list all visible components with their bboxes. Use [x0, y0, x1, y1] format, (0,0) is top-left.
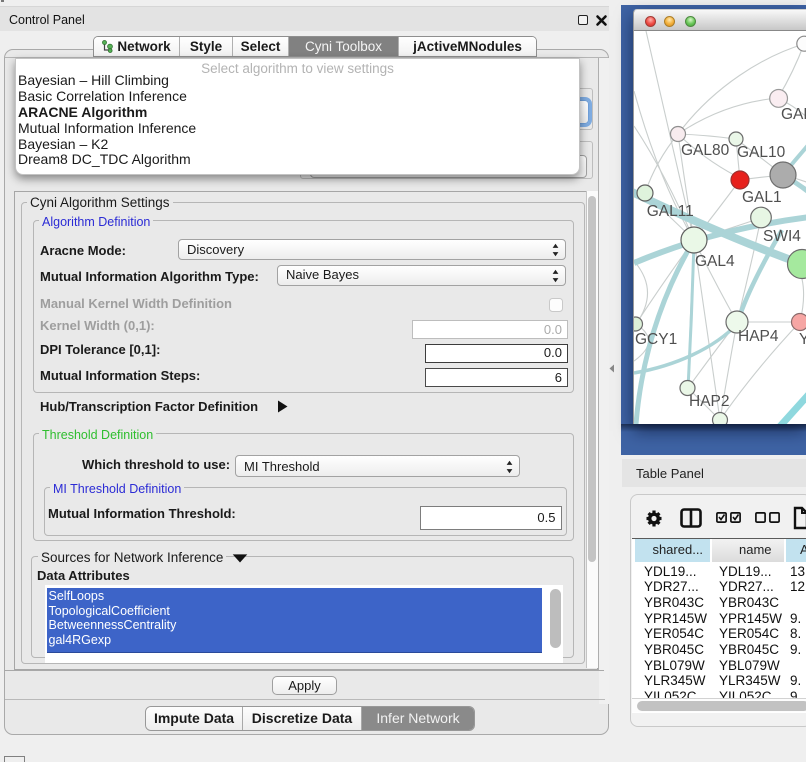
svg-text:GAL7: GAL7	[781, 106, 806, 123]
svg-text:HAP4: HAP4	[738, 328, 779, 345]
svg-text:HAP2: HAP2	[689, 393, 730, 410]
svg-text:GAL10: GAL10	[737, 144, 786, 161]
svg-text:GCY1: GCY1	[635, 331, 677, 348]
svg-text:GAL11: GAL11	[647, 203, 694, 220]
svg-text:GAL4: GAL4	[695, 253, 735, 270]
svg-text:SWI4: SWI4	[763, 228, 801, 245]
svg-text:GAL80: GAL80	[681, 142, 730, 159]
svg-text:Y: Y	[799, 331, 806, 348]
svg-text:GAL1: GAL1	[742, 189, 782, 206]
